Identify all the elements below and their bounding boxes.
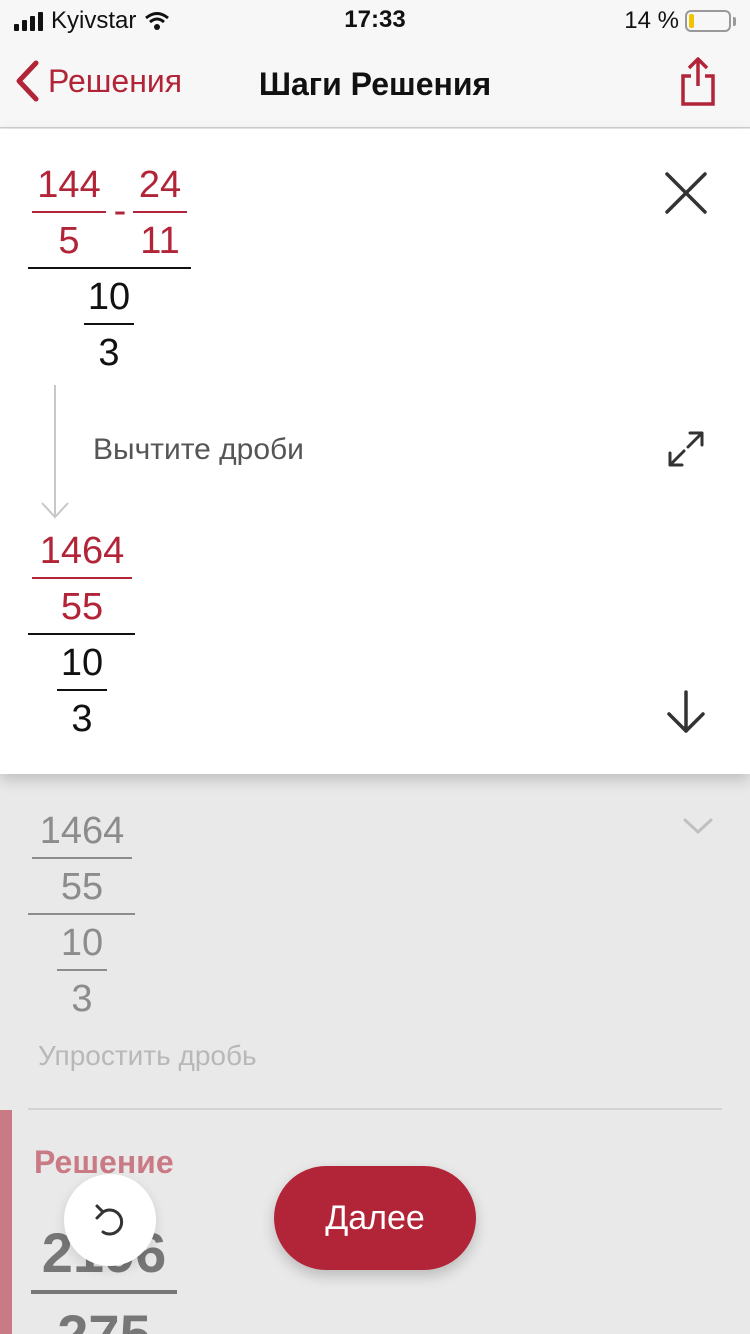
battery-percent: 14 % bbox=[624, 7, 679, 34]
result-main-bar bbox=[28, 633, 135, 635]
next-inner-denominator: 55 bbox=[60, 866, 104, 908]
fraction-a-numerator: 144 bbox=[37, 164, 101, 206]
result-inner-bar bbox=[32, 577, 132, 579]
step-card: 144 5 - 24 11 10 3 Вычтите дроби 1464 55… bbox=[0, 129, 750, 774]
share-icon bbox=[681, 57, 715, 106]
solution-denominator: 275 bbox=[31, 1302, 177, 1334]
close-button[interactable] bbox=[664, 171, 708, 218]
fraction-a-denominator: 5 bbox=[58, 220, 80, 262]
status-right: 14 % bbox=[624, 6, 736, 36]
step-arrow-icon bbox=[41, 385, 69, 519]
share-button[interactable] bbox=[680, 56, 716, 113]
fraction-b-numerator: 24 bbox=[138, 164, 182, 206]
chevron-down-icon bbox=[683, 818, 713, 834]
fraction-a-bar bbox=[32, 211, 106, 213]
outer-fraction-bar bbox=[84, 323, 134, 325]
result-outer-denominator: 3 bbox=[71, 698, 93, 740]
result-inner-denominator: 55 bbox=[60, 586, 104, 628]
result-outer-bar bbox=[57, 689, 107, 691]
next-inner-bar bbox=[32, 857, 132, 859]
page-title: Шаги Решения bbox=[258, 66, 492, 102]
status-bar: Kyivstar 17:33 14 % bbox=[0, 0, 750, 42]
main-fraction-bar bbox=[28, 267, 191, 269]
solution-accent-bar bbox=[0, 1110, 12, 1334]
close-icon bbox=[665, 172, 707, 214]
next-step-hint: Упростить дробь bbox=[38, 1040, 257, 1071]
battery-fill bbox=[689, 14, 694, 28]
next-main-bar bbox=[28, 913, 135, 915]
result-outer-numerator: 10 bbox=[60, 642, 104, 684]
next-step-button[interactable] bbox=[664, 689, 708, 740]
expand-icon bbox=[668, 431, 704, 467]
nav-bar: Решения Шаги Решения bbox=[0, 42, 750, 128]
battery-cap bbox=[733, 16, 736, 26]
result-inner-numerator: 1464 bbox=[39, 530, 125, 572]
next-button[interactable]: Далее bbox=[274, 1166, 476, 1270]
outer-denominator: 3 bbox=[98, 332, 120, 374]
next-outer-denominator: 3 bbox=[71, 978, 93, 1020]
undo-icon bbox=[95, 1204, 124, 1236]
expand-next-step-button[interactable] bbox=[682, 816, 714, 841]
fraction-b-denominator: 11 bbox=[140, 220, 180, 262]
section-divider bbox=[28, 1108, 722, 1110]
outer-numerator: 10 bbox=[87, 276, 131, 318]
arrow-down-icon bbox=[667, 690, 705, 733]
battery-icon bbox=[685, 10, 731, 32]
fraction-b-bar bbox=[133, 211, 187, 213]
undo-button[interactable] bbox=[64, 1174, 156, 1266]
minus-operator: - bbox=[113, 190, 127, 232]
next-outer-bar bbox=[57, 969, 107, 971]
expand-button[interactable] bbox=[666, 429, 706, 474]
next-inner-numerator: 1464 bbox=[39, 810, 125, 852]
solution-bar bbox=[31, 1290, 177, 1294]
next-outer-numerator: 10 bbox=[60, 922, 104, 964]
step-hint: Вычтите дроби bbox=[93, 433, 304, 466]
